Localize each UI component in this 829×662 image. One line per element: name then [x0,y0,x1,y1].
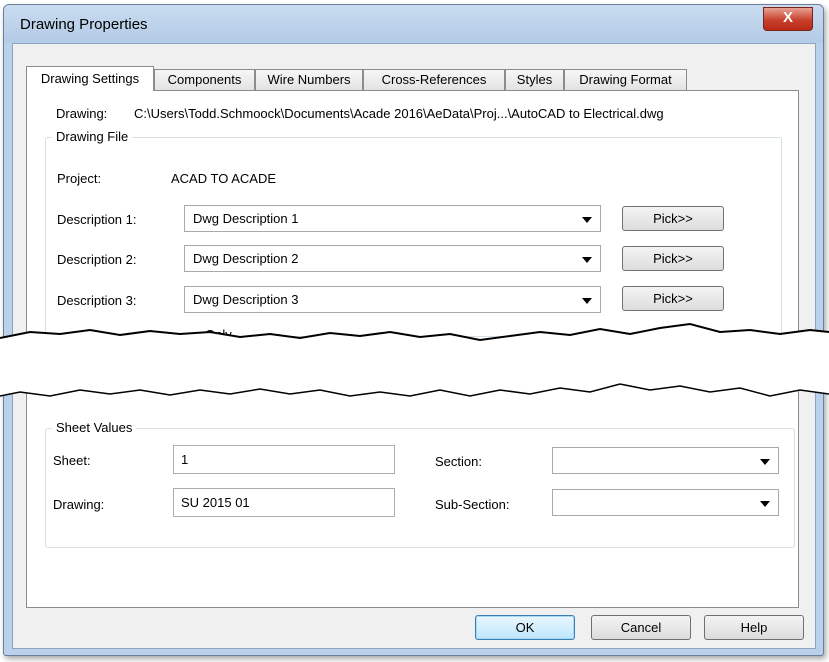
ok-button[interactable]: OK [475,615,575,640]
sub-section-label: Sub-Section: [435,497,510,512]
description-2-value: Dwg Description 2 [193,251,299,266]
sheet-values-title: Sheet Values [52,420,137,435]
section-label: Section: [435,454,482,469]
tab-components[interactable]: Components [154,69,255,90]
project-value: ACAD TO ACADE [171,171,276,186]
sheet-values-group: Sheet Values [45,420,795,548]
project-label: Project: [57,171,102,186]
torn-edge-break [0,322,829,397]
drawing-value: SU 2015 01 [181,495,250,510]
cancel-button[interactable]: Cancel [591,615,691,640]
description-3-label: Description 3: [57,293,137,308]
drawing-label: Drawing: [53,497,105,512]
description-1-value: Dwg Description 1 [193,211,299,226]
sub-section-combo[interactable] [552,489,779,516]
pick-button-2[interactable]: Pick>> [622,246,724,271]
description-2-label: Description 2: [57,252,137,267]
tab-styles[interactable]: Styles [505,69,564,90]
drawing-file-title: Drawing File [52,129,133,144]
tab-drawing-format[interactable]: Drawing Format [564,69,687,90]
tab-drawing-settings[interactable]: Drawing Settings [26,66,154,91]
description-3-combo[interactable]: Dwg Description 3 [184,286,601,313]
tab-cross-references[interactable]: Cross-References [363,69,505,90]
window-title: Drawing Properties [20,16,148,33]
sheet-field[interactable]: 1 [173,445,395,474]
tab-wire-numbers[interactable]: Wire Numbers [255,69,363,90]
chevron-down-icon [760,501,770,507]
pick-button-3[interactable]: Pick>> [622,286,724,311]
chevron-down-icon [582,217,592,223]
drawing-field[interactable]: SU 2015 01 [173,488,395,517]
sheet-value: 1 [181,452,189,467]
chevron-down-icon [760,459,770,465]
pick-button-1[interactable]: Pick>> [622,206,724,231]
close-icon: X [782,9,793,26]
drawing-path-value: C:\Users\Todd.Schmoock\Documents\Acade 2… [134,106,664,121]
description-1-label: Description 1: [57,212,137,227]
description-3-value: Dwg Description 3 [193,292,299,307]
sheet-label: Sheet: [53,453,91,468]
help-button[interactable]: Help [704,615,804,640]
chevron-down-icon [582,298,592,304]
section-combo[interactable] [552,447,779,474]
chevron-down-icon [582,257,592,263]
description-1-combo[interactable]: Dwg Description 1 [184,205,601,232]
close-button[interactable]: X [763,7,813,31]
description-2-combo[interactable]: Dwg Description 2 [184,245,601,272]
title-bar[interactable]: Drawing Properties X [4,5,823,43]
drawing-path-label: Drawing: [56,106,108,121]
